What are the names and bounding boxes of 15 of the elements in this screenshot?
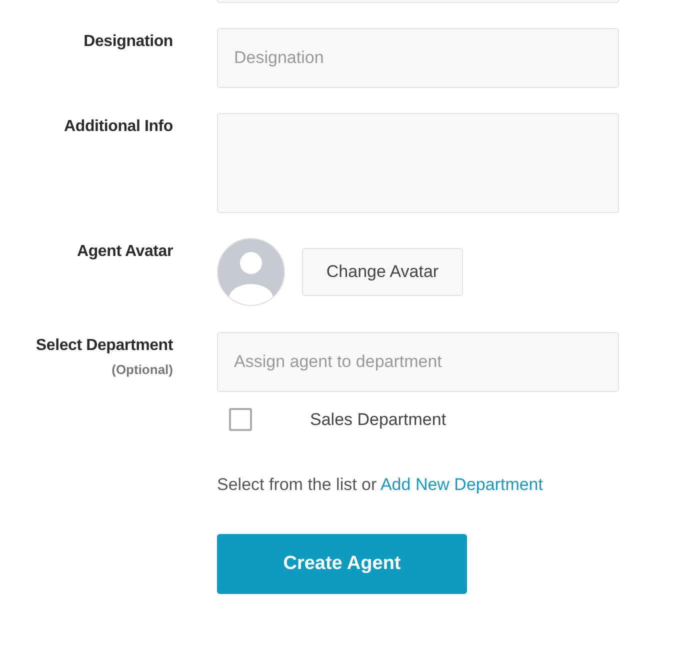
checkbox[interactable] <box>229 408 252 431</box>
field-label: Designation <box>84 32 173 52</box>
checkbox-label: Sales Department <box>310 410 446 430</box>
helper-text: Select from the list or Add New Department <box>217 475 544 495</box>
optional-note: (Optional) <box>112 361 173 379</box>
field-label: Additional Info <box>64 117 173 137</box>
add-department-link[interactable]: Add New Department <box>380 475 543 494</box>
field-label: Select Department <box>36 336 173 356</box>
input-field[interactable]: Designation <box>217 28 619 88</box>
field-label: Agent Avatar <box>77 242 173 262</box>
change-avatar-button[interactable]: Change Avatar <box>302 248 463 296</box>
create-agent-button[interactable]: Create Agent <box>217 534 467 594</box>
avatar-icon <box>217 238 285 306</box>
text-area[interactable] <box>217 113 619 213</box>
department-field[interactable]: Assign agent to department <box>217 332 619 392</box>
